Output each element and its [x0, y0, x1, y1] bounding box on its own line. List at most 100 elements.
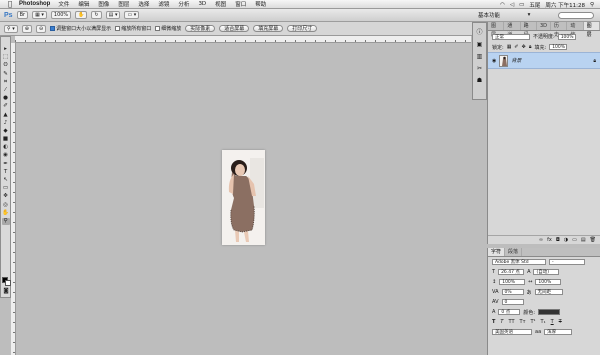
arrange-documents-button[interactable]: ▤ ▾ [105, 11, 121, 19]
opacity-field[interactable]: 100% [557, 33, 576, 40]
path-select-tool-icon[interactable]: ↖ [2, 177, 10, 184]
delete-layer-icon[interactable]: 🗑︎ [590, 237, 596, 243]
quick-select-tool-icon[interactable]: ✎ [2, 71, 10, 78]
scrubby-zoom-checkbox[interactable]: 细微缩放 [155, 25, 181, 32]
horizontal-ruler[interactable] [15, 36, 471, 43]
menu-edit[interactable]: 编辑 [78, 0, 89, 8]
lasso-tool-icon[interactable]: ʘ [2, 62, 10, 69]
view-extras-button[interactable]: ▦ ▾ [32, 11, 47, 19]
underline-icon[interactable]: T [551, 319, 554, 325]
navigator-panel-icon[interactable]: ▣ [477, 41, 483, 48]
language-select[interactable]: 美国英语 [492, 329, 532, 335]
zoom-tool-icon[interactable]: ⚲ [1, 217, 10, 225]
menu-help[interactable]: 帮助 [255, 0, 266, 8]
vertical-scale-field[interactable]: 100% [499, 279, 526, 285]
menu-window[interactable]: 窗口 [235, 0, 246, 8]
fit-screen-button[interactable]: 适合屏幕 [219, 25, 250, 32]
pen-tool-icon[interactable]: ✒ [2, 161, 10, 168]
user-name[interactable]: 五尾 [529, 1, 540, 9]
subscript-icon[interactable]: T₁ [541, 319, 546, 325]
vertical-ruler[interactable] [11, 43, 16, 355]
fill-screen-button[interactable]: 填充屏幕 [253, 25, 284, 32]
menu-image[interactable]: 图像 [98, 0, 109, 8]
clock[interactable]: 周六 下午11:28 [545, 1, 585, 9]
history-brush-tool-icon[interactable]: ♪ [2, 120, 10, 127]
info-panel-icon[interactable]: ⓘ [476, 27, 482, 36]
quick-mask-icon[interactable]: ◙ [2, 288, 10, 295]
tab-history[interactable]: 历史 [551, 22, 568, 38]
anti-alias-select[interactable]: 浑厚 [544, 329, 573, 335]
tab-character[interactable]: 字符 [488, 248, 506, 256]
healing-brush-tool-icon[interactable]: ● [2, 95, 10, 102]
superscript-icon[interactable]: T¹ [530, 319, 535, 325]
tracking-field[interactable]: 0 [501, 299, 524, 305]
eraser-tool-icon[interactable]: ◆ [2, 128, 10, 135]
hand-tool-icon[interactable]: ✋ [2, 210, 10, 217]
all-caps-icon[interactable]: TT [508, 319, 514, 325]
move-tool-icon[interactable]: ▸ [2, 46, 10, 53]
tools-panel-icon[interactable]: ✂ [477, 65, 482, 72]
brush-tool-icon[interactable]: ✐ [2, 103, 10, 110]
menu-view[interactable]: 视图 [215, 0, 226, 8]
new-layer-icon[interactable]: ▤ [581, 237, 586, 243]
gradient-tool-icon[interactable]: ■ [2, 136, 10, 143]
menu-file[interactable]: 文件 [58, 0, 69, 8]
text-color-swatch[interactable] [538, 309, 561, 315]
checkbox-off[interactable] [115, 26, 121, 31]
zoom-tool-preset[interactable]: ⚲ ▾ [4, 24, 18, 33]
tab-layers-active[interactable]: 图层 [583, 22, 600, 38]
document-canvas[interactable] [222, 150, 265, 245]
lock-transparency-icon[interactable]: ▦ [507, 44, 512, 50]
spotlight-icon[interactable]: ⚲ [590, 2, 594, 8]
workspace-switcher[interactable]: 基本功能 ▾ [472, 9, 600, 22]
layer-name[interactable]: 背景 [511, 57, 521, 64]
menu-layer[interactable]: 图层 [118, 0, 129, 8]
type-tool-icon[interactable]: T [2, 169, 10, 176]
launch-bridge-button[interactable]: Br [16, 11, 29, 19]
tab-layers[interactable]: 图层 [488, 22, 505, 38]
font-style-select[interactable]: - [549, 259, 585, 265]
tab-paragraph[interactable]: 段落 [505, 248, 523, 256]
kerning-field[interactable]: 0% [501, 289, 524, 295]
tab-3d[interactable]: 3D [537, 22, 552, 30]
layer-style-icon[interactable]: fx [547, 237, 552, 243]
new-group-icon[interactable]: ▭ [572, 237, 577, 243]
battery-icon[interactable]: ▭ [519, 2, 524, 8]
histogram-panel-icon[interactable]: ▥ [477, 53, 483, 60]
menu-analysis[interactable]: 分析 [178, 0, 189, 8]
menu-filter[interactable]: 滤镜 [158, 0, 169, 8]
visibility-eye-icon[interactable]: ◉ [492, 58, 496, 64]
blend-mode-select[interactable]: 正常 [492, 33, 530, 40]
menu-3d[interactable]: 3D [198, 1, 206, 7]
clone-stamp-tool-icon[interactable]: ▲ [2, 112, 10, 119]
link-layers-icon[interactable]: ∞ [539, 237, 543, 243]
horizontal-scale-field[interactable]: 100% [535, 279, 562, 285]
faux-bold-icon[interactable]: T [492, 319, 495, 325]
3d-rotate-tool-icon[interactable]: ✥ [2, 193, 10, 200]
rotate-view-button[interactable]: ↻ [91, 11, 102, 19]
blur-tool-icon[interactable]: ◐ [2, 144, 10, 151]
add-mask-icon[interactable]: ◘ [556, 237, 560, 243]
background-color-swatch[interactable] [5, 280, 11, 286]
fill-field[interactable]: 100% [549, 44, 568, 50]
menu-app-name[interactable]: Photoshop [19, 1, 50, 7]
brushes-panel-icon[interactable]: ☗ [477, 77, 482, 84]
mojikumi-select[interactable]: 无间距 [534, 289, 563, 295]
zoom-out-button[interactable]: ⊖ [35, 24, 47, 33]
menu-select[interactable]: 选择 [138, 0, 149, 8]
baseline-field[interactable]: 0 点 [498, 309, 521, 315]
volume-icon[interactable]: ◁ [510, 2, 514, 8]
small-caps-icon[interactable]: Tт [520, 319, 526, 325]
wifi-icon[interactable]: ◠ [500, 2, 505, 8]
layer-row[interactable]: ◉ 背景 🔒︎ [488, 52, 600, 69]
font-family-select[interactable]: Adobe 黑体 Std [492, 259, 546, 265]
faux-italic-icon[interactable]: T [500, 319, 503, 325]
zoom-level-select[interactable]: 100% [50, 11, 72, 19]
3d-orbit-tool-icon[interactable]: ◎ [2, 202, 10, 209]
print-size-button[interactable]: 打印尺寸 [287, 25, 318, 32]
actual-pixels-button[interactable]: 实际像素 [185, 25, 216, 32]
tab-actions[interactable]: 动作 [567, 22, 584, 38]
search-field[interactable] [558, 11, 594, 19]
workspace-label[interactable]: 基本功能 [478, 11, 500, 19]
tab-channels[interactable]: 通道 [504, 22, 521, 38]
